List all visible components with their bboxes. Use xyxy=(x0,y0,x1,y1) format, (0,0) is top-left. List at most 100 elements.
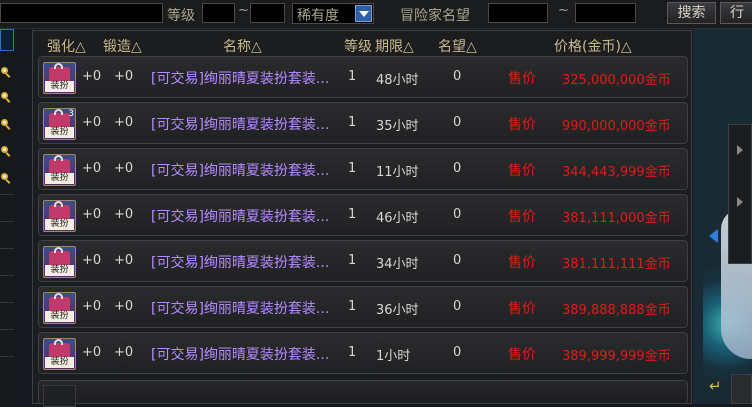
column-header-reputation[interactable]: 名望△ xyxy=(438,36,477,56)
item-level: 1 xyxy=(348,345,357,360)
time-limit: 35小时 xyxy=(376,119,419,134)
sale-price-label: 售价 xyxy=(508,255,536,271)
magnifier-icon[interactable] xyxy=(0,142,13,160)
time-limit: 36小时 xyxy=(376,303,419,318)
reputation-value: 0 xyxy=(453,115,462,130)
icon-tag: 装扮 xyxy=(45,127,74,138)
icon-tag: 装扮 xyxy=(45,219,74,230)
magnifier-icon[interactable] xyxy=(0,88,13,106)
icon-tag: 装扮 xyxy=(45,311,74,322)
item-level: 1 xyxy=(348,253,357,268)
icon-tag: 装扮 xyxy=(45,265,74,276)
enhance-value: +0 xyxy=(82,161,102,176)
divider xyxy=(0,302,14,303)
icon-tag: 装扮 xyxy=(45,81,74,92)
outfit-bag-icon[interactable]: 装扮 xyxy=(43,62,76,94)
time-limit: 46小时 xyxy=(376,211,419,226)
sort-button[interactable]: 行 xyxy=(720,2,752,24)
column-header-name[interactable]: 名称△ xyxy=(223,36,262,56)
level-label: 等级 xyxy=(167,8,195,24)
price-value: 344,443,999金币 xyxy=(562,165,671,180)
level-min-input[interactable] xyxy=(202,3,235,23)
reputation-label: 冒险家名望 xyxy=(400,8,470,24)
forge-value: +0 xyxy=(114,69,134,84)
divider xyxy=(0,221,14,222)
item-name[interactable]: [可交易]绚丽晴夏装扮套装... xyxy=(151,114,329,134)
item-level: 1 xyxy=(348,299,357,314)
listing-row[interactable]: 装扮 +0 +0 [可交易]绚丽晴夏装扮套装... 1 34小时 0 售价 381,111,11… xyxy=(38,240,688,282)
column-header-time-limit[interactable]: 期限△ xyxy=(375,36,414,56)
time-limit: 11小时 xyxy=(376,165,419,180)
outfit-bag-icon[interactable]: 装扮 xyxy=(43,246,76,278)
item-level: 1 xyxy=(348,115,357,130)
chevron-down-icon[interactable] xyxy=(355,5,372,22)
outfit-bag-icon[interactable]: 装扮 xyxy=(43,292,76,324)
item-name-input[interactable] xyxy=(0,3,163,23)
listing-row[interactable]: 装扮 +0 +0 [可交易]绚丽晴夏装扮套装... 1 1小时 0 售价 389,999,999… xyxy=(38,332,688,374)
outfit-bag-icon[interactable]: 装扮 xyxy=(43,154,76,186)
sale-price-label: 售价 xyxy=(508,301,536,317)
magnifier-icon[interactable] xyxy=(0,63,13,81)
item-name[interactable]: [可交易]绚丽晴夏装扮套装... xyxy=(151,160,329,180)
listing-row[interactable]: 装扮 +0 +0 [可交易]绚丽晴夏装扮套装... 1 36小时 0 售价 389,888,88… xyxy=(38,286,688,328)
reputation-value: 0 xyxy=(453,299,462,314)
left-category-strip xyxy=(0,29,14,404)
chevron-right-icon[interactable] xyxy=(737,145,743,155)
forge-value: +0 xyxy=(114,253,134,268)
rarity-select-value: 稀有度 xyxy=(297,8,339,24)
divider xyxy=(0,275,14,276)
column-header-forge[interactable]: 锻造△ xyxy=(103,36,142,56)
item-name[interactable]: [可交易]绚丽晴夏装扮套装... xyxy=(151,252,329,272)
sale-price-label: 售价 xyxy=(508,347,536,363)
reputation-value: 0 xyxy=(453,207,462,222)
outfit-bag-icon[interactable]: 装扮 3 xyxy=(43,108,76,140)
chevron-right-icon[interactable] xyxy=(737,197,743,207)
item-name[interactable]: [可交易]绚丽晴夏装扮套装... xyxy=(151,206,329,226)
outfit-bag-icon[interactable]: 装扮 xyxy=(43,338,76,370)
magnifier-icon[interactable] xyxy=(0,115,13,133)
level-max-input[interactable] xyxy=(250,3,285,23)
item-name[interactable]: [可交易]绚丽晴夏装扮套装... xyxy=(151,68,329,88)
item-quantity: 3 xyxy=(68,109,74,119)
listing-row[interactable]: 装扮 +0 +0 [可交易]绚丽晴夏装扮套装... 1 46小时 0 售价 381,111,00… xyxy=(38,194,688,236)
sale-price-label: 售价 xyxy=(508,163,536,179)
reputation-min-input[interactable] xyxy=(488,3,548,23)
divider xyxy=(0,356,14,357)
right-side-panel: ↵ xyxy=(693,29,752,404)
return-icon[interactable]: ↵ xyxy=(709,378,727,394)
price-value: 389,888,888金币 xyxy=(562,303,671,318)
reputation-value: 0 xyxy=(453,253,462,268)
listing-row[interactable]: 装扮 3 +0 +0 [可交易]绚丽晴夏装扮套装... 1 35小时 0 售价 990,000,0… xyxy=(38,102,688,144)
listing-row[interactable]: 装扮 +0 +0 [可交易]绚丽晴夏装扮套装... 1 11小时 0 售价 344,443,99… xyxy=(38,148,688,190)
enhance-value: +0 xyxy=(82,345,102,360)
price-value: 990,000,000金币 xyxy=(562,119,671,134)
item-level: 1 xyxy=(348,161,357,176)
item-name[interactable]: [可交易]绚丽晴夏装扮套装... xyxy=(151,298,329,318)
item-level: 1 xyxy=(348,69,357,84)
level-tilde: ~ xyxy=(238,3,249,18)
column-header-enhance[interactable]: 强化△ xyxy=(47,36,86,56)
item-name[interactable]: [可交易]绚丽晴夏装扮套装... xyxy=(151,344,329,364)
column-header-price[interactable]: 价格(金币)△ xyxy=(554,36,632,56)
side-slot xyxy=(731,374,752,404)
reputation-value: 0 xyxy=(453,345,462,360)
reputation-value: 0 xyxy=(453,161,462,176)
rarity-select[interactable]: 稀有度 xyxy=(292,3,374,24)
enhance-value: +0 xyxy=(82,299,102,314)
side-subpanel xyxy=(728,124,752,264)
reputation-max-input[interactable] xyxy=(575,3,636,23)
reputation-tilde: ~ xyxy=(558,3,569,18)
column-header-level[interactable]: 等级 xyxy=(344,36,372,56)
selected-category-tab[interactable] xyxy=(0,29,14,51)
time-limit: 34小时 xyxy=(376,257,419,272)
search-button[interactable]: 搜索 xyxy=(667,2,716,24)
empty-listing-row xyxy=(38,380,688,407)
magnifier-icon[interactable] xyxy=(0,169,13,187)
divider xyxy=(0,329,14,330)
enhance-value: +0 xyxy=(82,69,102,84)
listing-row[interactable]: 装扮 +0 +0 [可交易]绚丽晴夏装扮套装... 1 48小时 0 售价 325,000,00… xyxy=(38,56,688,98)
chevron-left-icon[interactable] xyxy=(709,229,718,243)
outfit-bag-icon[interactable]: 装扮 xyxy=(43,200,76,232)
icon-tag: 装扮 xyxy=(45,357,74,368)
price-value: 381,111,111金币 xyxy=(562,257,671,272)
